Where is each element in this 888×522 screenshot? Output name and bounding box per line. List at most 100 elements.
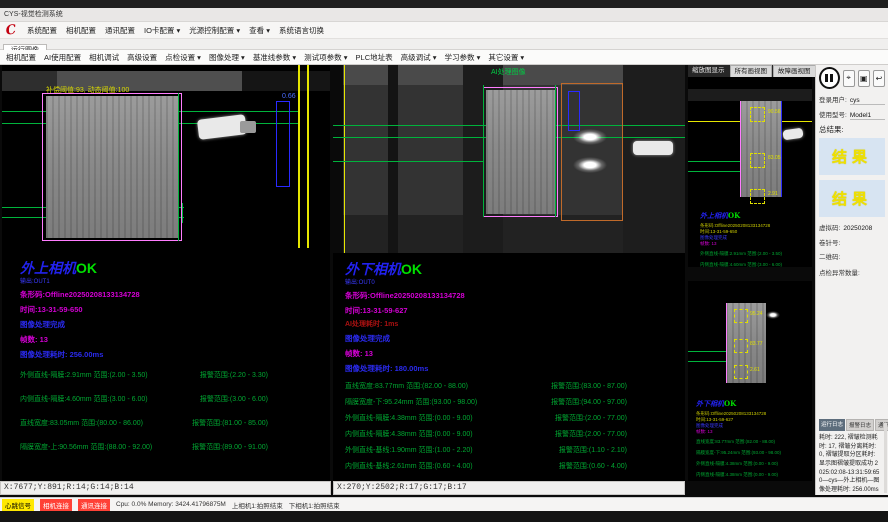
green-measure-line: [688, 361, 726, 362]
return-button[interactable]: ↩: [873, 70, 885, 87]
measurement-row: 隔膜宽度-下:95.24mm 范围:(93.00 - 98.00)报警范围:(9…: [345, 397, 627, 407]
left-elapsed: 图像处理耗时: 256.00ms: [20, 349, 322, 360]
measurement-row: 内侧直线-基线:2.61mm 范围:(0.60 - 4.00)报警范围:(0.6…: [345, 461, 627, 471]
login-user-row: 登录用户: cys: [819, 94, 885, 105]
pause-button[interactable]: [819, 67, 840, 89]
mid-camera-image[interactable]: AI处理图像: [333, 65, 685, 253]
thumb-camera-1[interactable]: 90.56 83.05 2.91 外上相机OK 条形码:Offline20250…: [688, 77, 812, 267]
measure-text: 内侧直线-隔膜:4.38mm 范围:(0.00 - 9.00): [696, 472, 778, 478]
thumb1-title: 外上相机: [700, 211, 728, 220]
thumbnail-tabs: 缩放图显示 所有画视图 故障画视图: [688, 65, 812, 77]
tool-plc-address[interactable]: PLC地址表: [356, 52, 393, 63]
alarm-range: 报警范围:(2.20 - 3.30): [200, 370, 268, 380]
measurement-row: 隔膜宽度-上:90.56mm 范围:(88.00 - 92.00) 报警范围:(8…: [20, 442, 268, 452]
measure-text: 内侧直线-隔膜:4.60mm 范围:(3.00 - 6.00): [700, 262, 782, 267]
tool-advanced-settings[interactable]: 高级设置: [127, 52, 157, 63]
green-measure-line: [688, 171, 740, 172]
tool-image-process[interactable]: 图像处理 ▾: [209, 52, 245, 63]
alarm-range: 报警范围:(3.00 - 6.00): [200, 394, 268, 404]
tool-camera-debug[interactable]: 相机调试: [89, 52, 119, 63]
measurement-row: 直线宽度:83.77mm 范围:(82.00 - 88.00)报警范围:(83.…: [345, 381, 627, 391]
menu-comm-config[interactable]: 通讯配置: [105, 25, 135, 36]
tool-spotcheck-settings[interactable]: 点检设置 ▾: [165, 52, 201, 63]
left-camera-image[interactable]: 0.66 补偿阈值:93, 动态阈值:100: [2, 65, 330, 248]
log-tab-alarm[interactable]: 报警日志: [846, 419, 874, 431]
alarm-range: 报警范围:(89.00 - 91.00): [192, 442, 268, 452]
right-sidebar: ⌖ ▣ ↩ 登录用户: cys 使用型号: Model1 总结果: 结果 结果 …: [815, 65, 888, 495]
tab-connector: [782, 128, 803, 141]
measurement-row: 外侧直线-隔膜:4.38mm 范围:(0.00 - 9.00)报警范围:(2.0…: [345, 413, 627, 423]
thumb-camera-2[interactable]: 95.24 83.77 2.61 外下相机OK 条形码:Offline20250…: [688, 281, 812, 481]
tab-zoom-view[interactable]: 缩放图显示: [688, 65, 729, 77]
yellow-guide-line: [298, 65, 300, 248]
tool-ai-config[interactable]: AI使用配置: [44, 52, 81, 63]
tab-all-views[interactable]: 所有画视图: [730, 65, 773, 77]
measure-text: 外侧直线-基线:1.90mm 范围:(1.00 - 2.20): [345, 445, 473, 455]
qrcode-row: 二维码:: [819, 251, 885, 261]
roi-rect-blue: [568, 91, 580, 131]
measure-text: 内侧直线-隔膜:4.38mm 范围:(0.00 - 9.00): [345, 429, 473, 439]
menu-system-config[interactable]: 系统配置: [27, 25, 57, 36]
spotcheck-box-label: 95.24: [750, 311, 763, 317]
spotcheck-box-label: 90.56: [768, 109, 781, 115]
snapshot-button[interactable]: ▣: [858, 70, 870, 87]
mini-measure-row: 外侧直线-隔膜:4.38mm 范围:(0.00 - 9.00): [696, 461, 808, 467]
reflection-flare: [573, 129, 607, 145]
target-button[interactable]: ⌖: [843, 70, 855, 87]
model-value: Model1: [850, 112, 885, 120]
qrcode-label: 二维码:: [819, 251, 840, 261]
menu-light-config[interactable]: 光源控制配置 ▾: [189, 25, 240, 36]
roi-rect-blue: [276, 101, 290, 187]
log-text: 耗时: 222, 褶皱检测耗时: 17, 褶皱分离耗时: 0, 褶皱提取分区耗时…: [819, 434, 881, 495]
log-tab-run[interactable]: 运行日志: [819, 419, 845, 431]
tool-camera-config[interactable]: 相机配置: [6, 52, 36, 63]
tool-test-params[interactable]: 测试项参数 ▾: [304, 52, 347, 63]
tab-error-views[interactable]: 故障画视图: [773, 65, 816, 77]
tool-other-settings[interactable]: 其它设置 ▾: [488, 52, 524, 63]
tool-learning-params[interactable]: 学习参数 ▾: [444, 52, 480, 63]
window-titlebar: CYS-视觉检测系统: [0, 8, 888, 22]
yellow-guide-line: [344, 65, 345, 253]
measure-text: 隔膜宽度-上:90.56mm 范围:(88.00 - 92.00): [20, 442, 152, 452]
left-result-block: 外上相机OK 输出:OUT1 条形码:Offline20250208133134…: [2, 248, 330, 481]
abnormal-count-row: 点检异常数量:: [819, 267, 885, 277]
thumb2-ok: OK: [724, 399, 736, 408]
menu-view[interactable]: 查看 ▾: [249, 25, 270, 36]
thumb1-frame: 帧数: 13: [700, 241, 810, 247]
result-block-lower: 结果: [819, 180, 885, 217]
comm-connect-badge: 通讯连接: [78, 499, 110, 511]
measure-text: 外侧直线-隔膜:4.38mm 范围:(0.00 - 9.00): [345, 413, 473, 423]
log-scrollbar[interactable]: [884, 423, 887, 493]
result-block-upper: 结果: [819, 138, 885, 175]
spotcheck-box-label: 2.61: [750, 367, 760, 373]
thumb2-frame: 帧数: 13: [696, 429, 806, 435]
mini-measure-row: 内侧直线-隔膜:4.38mm 范围:(0.00 - 9.00): [696, 472, 808, 478]
app-logo-icon: C: [3, 22, 19, 39]
mid-elapsed: 图像处理耗时: 180.00ms: [345, 363, 677, 374]
model-row: 使用型号: Model1: [819, 109, 885, 120]
log-tab-row: 运行日志 报警日志 通讯日志: [819, 419, 885, 431]
login-user-label: 登录用户:: [819, 94, 847, 104]
heartbeat-badge: 心跳信号: [2, 499, 34, 511]
mid-frame-count: 帧数: 13: [345, 348, 677, 359]
blue-edge-line: [781, 101, 782, 197]
menu-io-config[interactable]: IO卡配置 ▾: [144, 25, 180, 36]
tab-connector-tip: [240, 121, 256, 133]
yellow-guide-line: [307, 65, 309, 248]
left-result-ok: OK: [76, 260, 97, 276]
spotcheck-box-label: 2.91: [768, 191, 778, 197]
tool-advanced-debug[interactable]: 高级调试 ▾: [401, 52, 437, 63]
tool-baseline-params[interactable]: 基准线参数 ▾: [253, 52, 296, 63]
spotcheck-box: [750, 189, 765, 204]
left-time: 时间:13-31-59-650: [20, 304, 322, 315]
main-area: 0.66 补偿阈值:93, 动态阈值:100 外上相机OK 输出:OUT1 条形…: [0, 65, 888, 495]
left-status-done: 图像处理完成: [20, 319, 322, 330]
menu-language-switch[interactable]: 系统语言切换: [279, 25, 324, 36]
measurement-row: 外侧直线-基线:1.90mm 范围:(1.00 - 2.20)报警范围:(1.1…: [345, 445, 627, 455]
spotcheck-box: [734, 309, 748, 323]
dark-column: [623, 65, 685, 253]
menu-camera-config[interactable]: 相机配置: [66, 25, 96, 36]
qrcode-value: [843, 251, 885, 259]
green-measure-line: [333, 161, 483, 162]
measure-text: 直线宽度:83.05mm 范围:(80.00 - 86.00): [20, 418, 143, 428]
